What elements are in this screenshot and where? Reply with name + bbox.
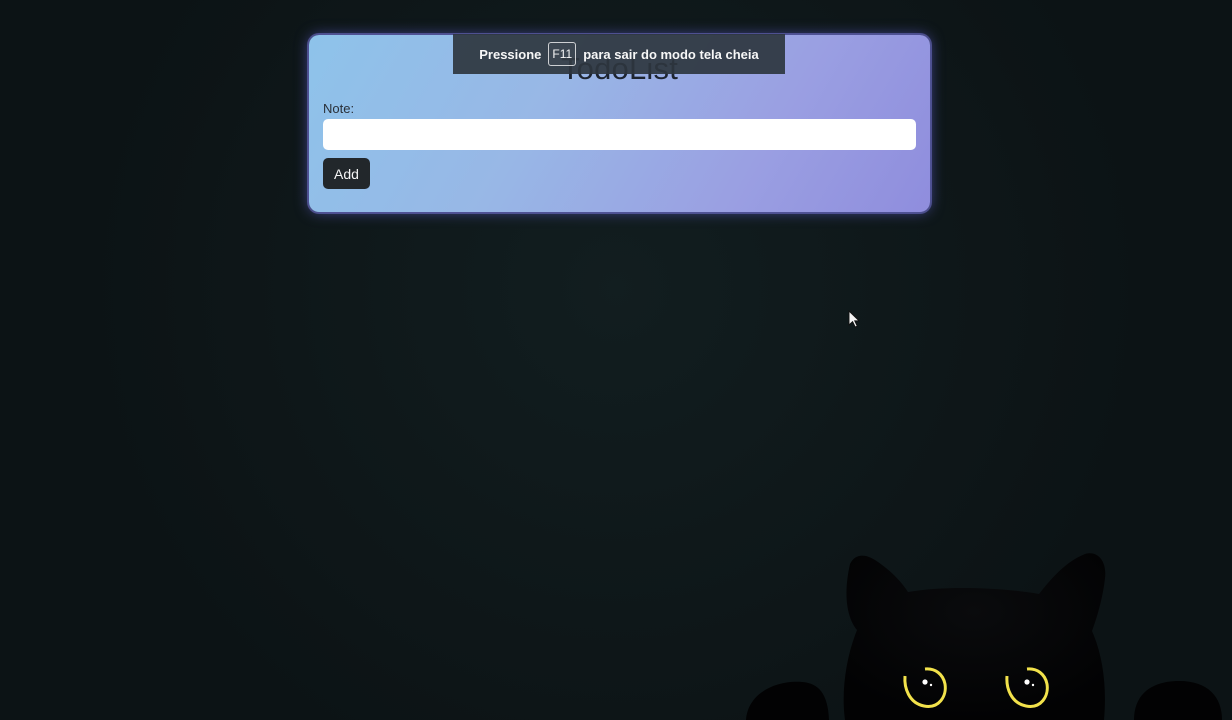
add-button[interactable]: Add xyxy=(323,158,370,189)
note-input[interactable] xyxy=(323,119,916,150)
mouse-pointer-icon xyxy=(848,310,860,328)
fullscreen-key-chip: F11 xyxy=(548,42,577,66)
fullscreen-notice-prefix: Pressione xyxy=(479,46,542,62)
cat-peeking-icon xyxy=(746,553,1222,720)
note-label: Note: xyxy=(323,101,355,116)
fullscreen-notice: Pressione F11 para sair do modo tela che… xyxy=(453,34,785,74)
fullscreen-notice-suffix: para sair do modo tela cheia xyxy=(583,46,759,62)
